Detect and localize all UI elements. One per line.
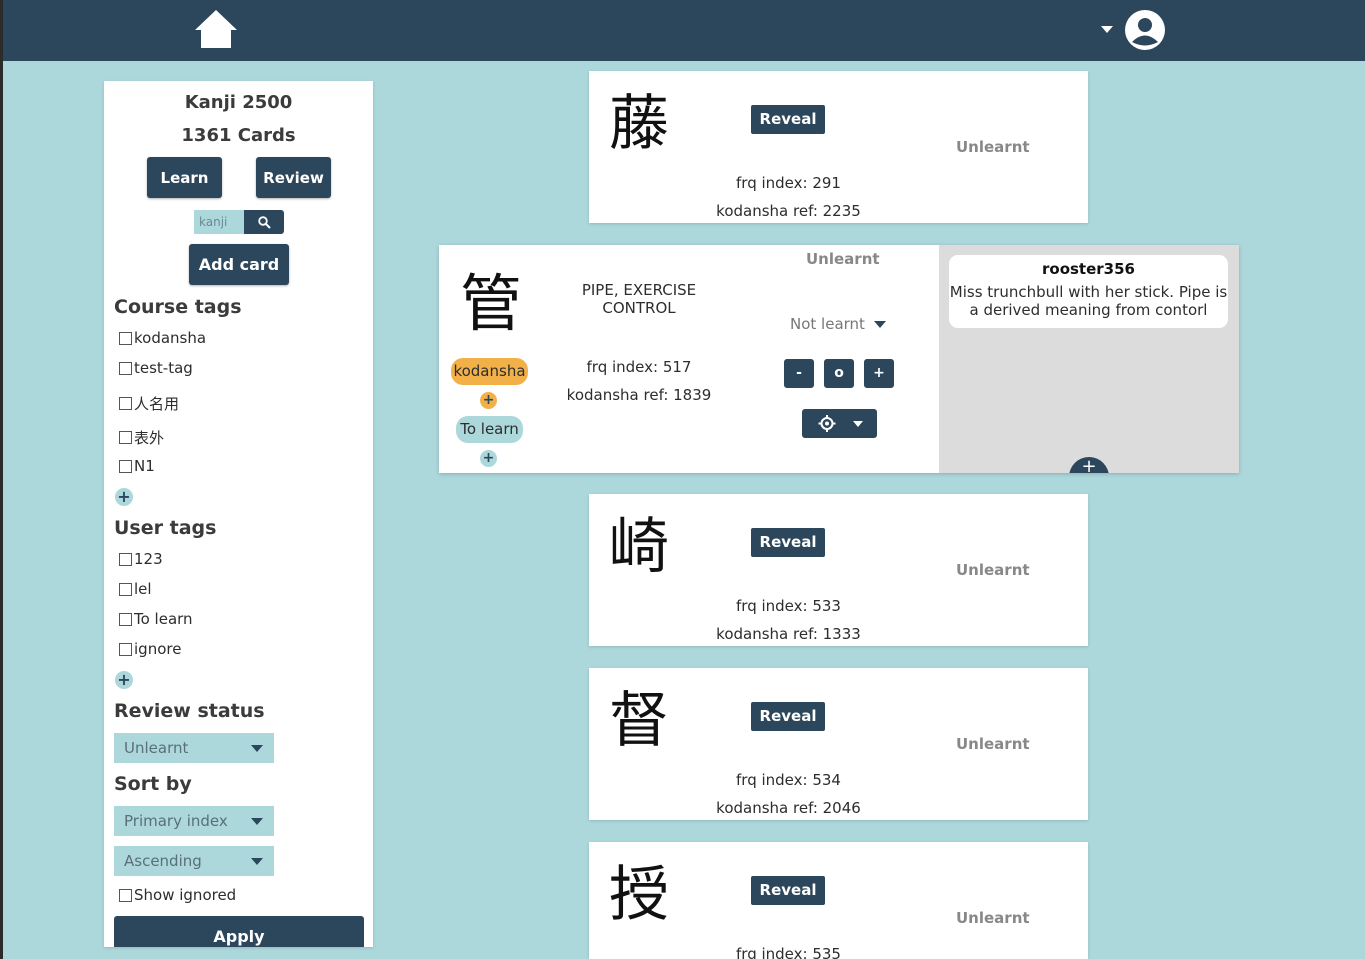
frq-index: frq index: 517	[586, 358, 692, 376]
kanji-card[interactable]: 督 Reveal Unlearnt frq index: 534 kodansh…	[589, 668, 1088, 820]
reveal-button[interactable]: Reveal	[751, 702, 825, 731]
frq-index: frq index: 533	[736, 597, 841, 615]
course-tag-checkbox[interactable]: N1	[119, 457, 155, 475]
show-ignored-checkbox[interactable]: Show ignored	[119, 886, 236, 904]
chevron-down-icon[interactable]	[1101, 26, 1113, 33]
kanji-glyph: 督	[609, 686, 669, 756]
expanded-kanji-card: 管 PIPE, EXERCISE CONTROL kodansha + To l…	[439, 245, 1239, 473]
kodansha-ref: kodansha ref: 2235	[716, 202, 861, 220]
course-tag-checkbox[interactable]: test-tag	[119, 359, 193, 377]
checkbox-label: 表外	[134, 429, 165, 447]
select-value: Ascending	[124, 852, 202, 870]
status-label: Unlearnt	[806, 250, 880, 268]
checkbox-label: kodansha	[134, 329, 207, 347]
search-input[interactable]: kanji	[194, 210, 244, 234]
user-tags-heading: User tags	[114, 517, 217, 539]
sort-by-select[interactable]: Primary index	[114, 806, 274, 836]
chevron-down-icon	[873, 321, 886, 328]
course-tag-checkbox[interactable]: 人名用	[119, 393, 179, 414]
checkbox-label: test-tag	[134, 359, 193, 377]
checkbox-label: 123	[134, 550, 163, 568]
review-status-heading: Review status	[114, 700, 265, 722]
kodansha-ref: kodansha ref: 1333	[716, 625, 861, 643]
kanji-glyph: 崎	[609, 512, 669, 582]
kanji-glyph: 授	[609, 860, 669, 930]
gear-icon	[818, 415, 836, 432]
search-button[interactable]	[244, 210, 284, 234]
learn-button[interactable]: Learn	[147, 157, 222, 198]
decrease-button[interactable]: -	[784, 359, 814, 388]
comment-author: rooster356	[1042, 260, 1135, 278]
sort-order-select[interactable]: Ascending	[114, 846, 274, 876]
course-tag-checkbox[interactable]: kodansha	[119, 329, 206, 347]
checkbox-label: ignore	[134, 640, 182, 658]
sort-heading: Sort by	[114, 773, 192, 795]
chevron-down-icon	[251, 858, 263, 865]
user-tag-checkbox[interactable]: ignore	[119, 640, 181, 658]
add-card-button[interactable]: Add card	[189, 244, 289, 285]
user-tag-checkbox[interactable]: lel	[119, 580, 152, 598]
reveal-button[interactable]: Reveal	[751, 105, 825, 134]
frq-index: frq index: 534	[736, 771, 841, 789]
checkbox-label: To learn	[134, 610, 193, 628]
select-value: Unlearnt	[124, 739, 189, 757]
reveal-button[interactable]: Reveal	[751, 876, 825, 905]
apply-button[interactable]: Apply	[114, 916, 364, 947]
reveal-button[interactable]: Reveal	[751, 528, 825, 557]
user-tag-badge[interactable]: To learn	[456, 416, 523, 443]
course-tags-heading: Course tags	[114, 296, 242, 318]
top-navbar	[3, 0, 1365, 61]
kanji-card[interactable]: 藤 Reveal Unlearnt frq index: 291 kodansh…	[589, 71, 1088, 223]
kodansha-ref: kodansha ref: 2046	[716, 799, 861, 817]
comments-panel: rooster356 Miss trunchbull with her stic…	[939, 245, 1239, 473]
kanji-card[interactable]: 崎 Reveal Unlearnt frq index: 533 kodansh…	[589, 494, 1088, 646]
learn-state-select[interactable]: Not learnt	[790, 315, 886, 333]
kanji-card[interactable]: 授 Reveal Unlearnt frq index: 535	[589, 842, 1088, 959]
deck-title: Kanji 2500	[184, 92, 293, 113]
home-icon[interactable]	[193, 8, 239, 50]
frq-index: frq index: 291	[736, 174, 841, 192]
status-label: Unlearnt	[956, 138, 1030, 156]
user-tag-checkbox[interactable]: 123	[119, 550, 163, 568]
reset-button[interactable]: o	[824, 359, 854, 388]
user-tag-checkbox[interactable]: To learn	[119, 610, 193, 628]
chevron-down-icon	[251, 818, 263, 825]
review-button[interactable]: Review	[256, 157, 331, 198]
status-label: Unlearnt	[956, 561, 1030, 579]
comment-bubble: rooster356 Miss trunchbull with her stic…	[949, 255, 1228, 328]
add-course-tag-button[interactable]: +	[115, 488, 133, 506]
select-value: Primary index	[124, 812, 228, 830]
kanji-glyph: 管	[460, 267, 523, 340]
chevron-down-icon	[853, 421, 863, 427]
status-label: Unlearnt	[956, 735, 1030, 753]
chevron-down-icon	[251, 745, 263, 752]
kodansha-ref: kodansha ref: 1839	[566, 386, 712, 404]
course-tag-checkbox[interactable]: 表外	[119, 427, 164, 448]
user-circle-icon[interactable]	[1124, 9, 1166, 51]
status-label: Unlearnt	[956, 909, 1030, 927]
frq-index: frq index: 535	[736, 945, 841, 959]
add-comment-button[interactable]: +	[1069, 457, 1109, 473]
window-edge	[0, 0, 3, 959]
checkbox-label: lel	[134, 580, 152, 598]
filter-sidebar: Kanji 2500 1361 Cards Learn Review kanji…	[104, 81, 373, 947]
add-user-tag-button[interactable]: +	[480, 450, 497, 467]
review-status-select[interactable]: Unlearnt	[114, 733, 274, 763]
card-count: 1361 Cards	[181, 125, 296, 146]
kanji-glyph: 藤	[609, 89, 669, 159]
add-user-tag-button[interactable]: +	[115, 671, 133, 689]
select-value: Not learnt	[790, 315, 865, 333]
comment-text: Miss trunchbull with her stick. Pipe is …	[949, 283, 1228, 319]
checkbox-label: N1	[134, 457, 155, 475]
search-icon	[257, 215, 271, 229]
settings-dropdown-button[interactable]	[802, 409, 877, 438]
increase-button[interactable]: +	[864, 359, 894, 388]
checkbox-label: 人名用	[134, 395, 180, 413]
checkbox-label: Show ignored	[134, 886, 237, 904]
kanji-meaning: PIPE, EXERCISE CONTROL	[581, 281, 697, 317]
